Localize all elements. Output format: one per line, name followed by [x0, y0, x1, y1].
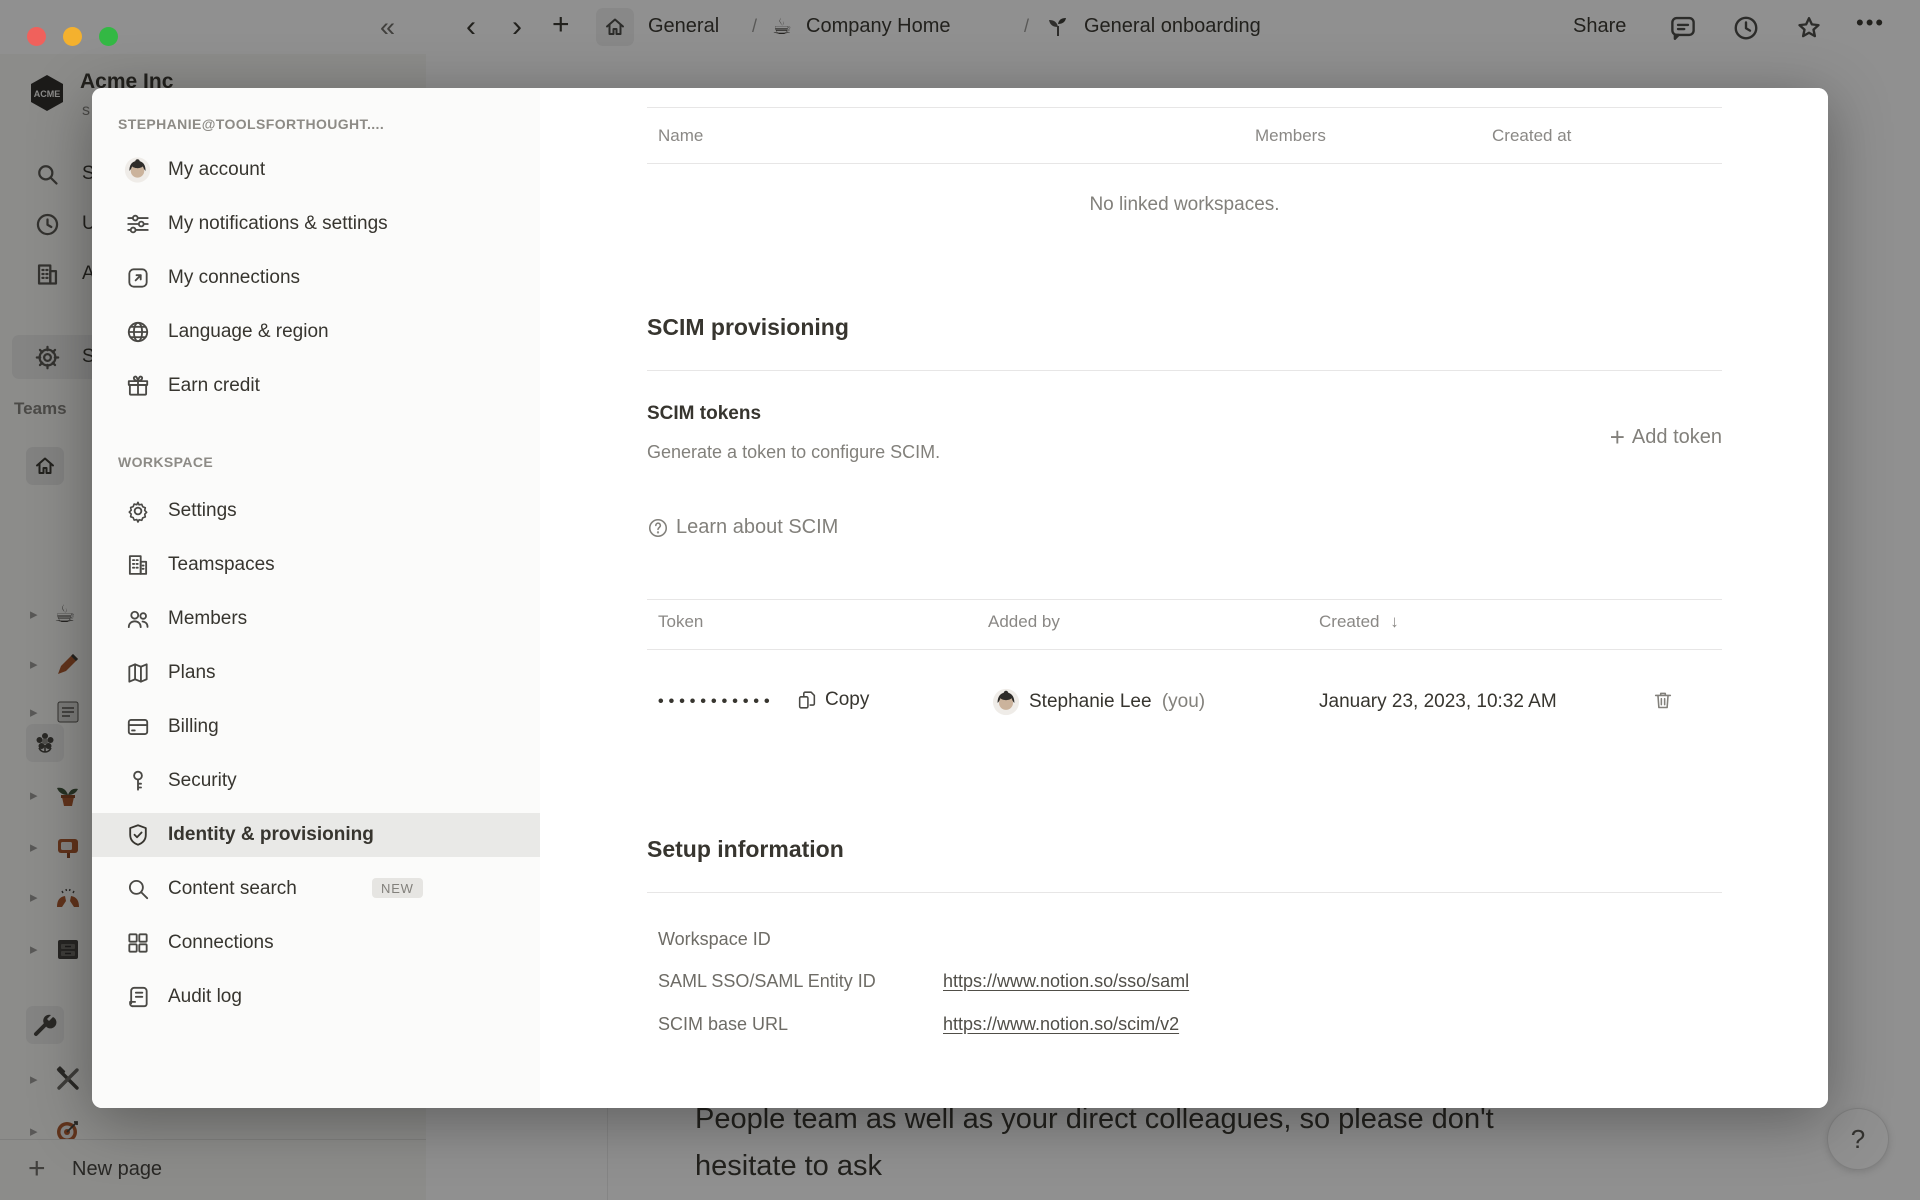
delete-token-button[interactable]: [1652, 689, 1674, 716]
modal-item-teamspaces[interactable]: Teamspaces: [92, 543, 540, 587]
gift-icon: [124, 373, 151, 400]
settings-modal-content: Name Members Created at No linked worksp…: [540, 88, 1828, 1108]
scim-provisioning-heading: SCIM provisioning: [647, 314, 849, 341]
token-added-by: Stephanie Lee (you): [1029, 691, 1205, 713]
table-divider: [647, 163, 1722, 164]
saml-sso-link[interactable]: https://www.notion.so/sso/saml: [943, 971, 1189, 992]
setup-row-label: Workspace ID: [658, 929, 771, 950]
column-header-members: Members: [1255, 126, 1326, 146]
token-created-date: January 23, 2023, 10:32 AM: [1319, 691, 1557, 713]
map-icon: [124, 660, 151, 687]
section-divider: [647, 370, 1722, 371]
modal-item-audit-log[interactable]: Audit log: [92, 975, 540, 1019]
new-badge: NEW: [372, 878, 423, 898]
table-divider: [647, 649, 1722, 650]
section-divider: [647, 892, 1722, 893]
workspace-section-header: WORKSPACE: [118, 454, 213, 470]
trash-icon: [1652, 689, 1674, 711]
empty-state-text: No linked workspaces.: [647, 194, 1722, 216]
settings-modal: STEPHANIE@TOOLSFORTHOUGHT.... My account…: [92, 88, 1828, 1108]
avatar: [124, 157, 151, 184]
avatar: [992, 688, 1020, 721]
window-minimize-button[interactable]: [63, 27, 82, 46]
copy-icon: [796, 689, 818, 711]
modal-item-connections[interactable]: Connections: [92, 921, 540, 965]
key-icon: [124, 768, 151, 795]
window-close-button[interactable]: [27, 27, 46, 46]
setup-information-heading: Setup information: [647, 836, 844, 863]
modal-item-notifications[interactable]: My notifications & settings: [92, 202, 540, 246]
column-header-name: Name: [658, 126, 703, 146]
settings-modal-sidebar: STEPHANIE@TOOLSFORTHOUGHT.... My account…: [92, 88, 540, 1108]
sort-descending-icon: ↓: [1390, 612, 1399, 631]
sliders-icon: [124, 211, 151, 238]
add-token-button[interactable]: + Add token: [1610, 424, 1722, 450]
masked-token: •••••••••••: [658, 693, 775, 711]
modal-item-members[interactable]: Members: [92, 597, 540, 641]
arrow-up-right-box-icon: [124, 265, 151, 292]
setup-row-label: SAML SSO/SAML Entity ID: [658, 971, 876, 992]
shield-check-icon: [124, 822, 151, 849]
column-header-created-at: Created at: [1492, 126, 1571, 146]
gear-icon: [124, 498, 151, 525]
column-header-token: Token: [658, 612, 703, 632]
credit-card-icon: [124, 714, 151, 741]
table-divider: [647, 107, 1722, 108]
account-email-header: STEPHANIE@TOOLSFORTHOUGHT....: [118, 116, 384, 132]
building-icon: [124, 552, 151, 579]
grid-icon: [124, 930, 151, 957]
notion-app: « ‹ › + General / ☕ Company Home / Gener…: [0, 0, 1920, 1200]
search-icon: [124, 876, 151, 903]
modal-item-my-account[interactable]: My account: [92, 148, 540, 192]
modal-item-language-region[interactable]: Language & region: [92, 310, 540, 354]
modal-item-plans[interactable]: Plans: [92, 651, 540, 695]
modal-item-identity-provisioning[interactable]: Identity & provisioning: [92, 813, 540, 857]
modal-item-content-search[interactable]: Content search NEW: [92, 867, 540, 911]
globe-icon: [124, 319, 151, 346]
scim-tokens-description: Generate a token to configure SCIM.: [647, 442, 940, 463]
window-zoom-button[interactable]: [99, 27, 118, 46]
column-header-created[interactable]: Created ↓: [1319, 612, 1399, 632]
table-divider: [647, 599, 1722, 600]
plus-icon: +: [1610, 424, 1625, 450]
column-header-added-by: Added by: [988, 612, 1060, 632]
scim-tokens-title: SCIM tokens: [647, 403, 761, 425]
modal-item-settings[interactable]: Settings: [92, 489, 540, 533]
learn-about-scim-link[interactable]: Learn about SCIM: [647, 516, 838, 539]
modal-item-my-connections[interactable]: My connections: [92, 256, 540, 300]
question-circle-icon: [647, 517, 669, 539]
modal-item-earn-credit[interactable]: Earn credit: [92, 364, 540, 408]
scim-base-url-link[interactable]: https://www.notion.so/scim/v2: [943, 1014, 1179, 1035]
copy-token-button[interactable]: Copy: [796, 689, 869, 711]
modal-item-security[interactable]: Security: [92, 759, 540, 803]
people-icon: [124, 606, 151, 633]
setup-row-label: SCIM base URL: [658, 1014, 788, 1035]
modal-item-billing[interactable]: Billing: [92, 705, 540, 749]
scroll-icon: [124, 984, 151, 1011]
